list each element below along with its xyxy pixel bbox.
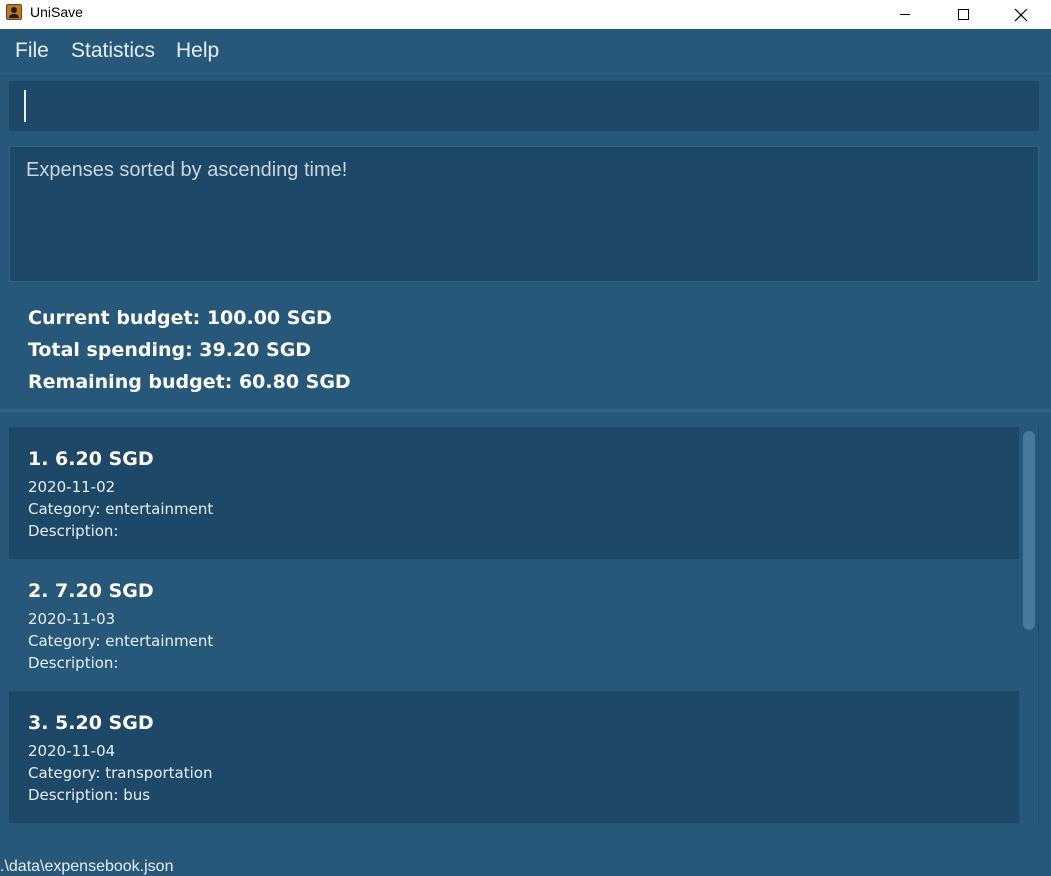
maximize-icon [957, 9, 969, 20]
budget-panel: Current budget: 100.00 SGD Total spendin… [0, 290, 1051, 412]
result-message: Expenses sorted by ascending time! [26, 159, 348, 181]
expense-category: Category: entertainment [28, 632, 214, 650]
expense-amount: 3. 5.20 SGD [28, 712, 154, 734]
expense-category: Category: transportation [28, 764, 213, 782]
expense-category: Category: entertainment [28, 500, 214, 518]
expense-date: 2020-11-02 [28, 478, 116, 496]
remaining-budget: Remaining budget: 60.80 SGD [28, 371, 351, 393]
result-display: Expenses sorted by ascending time! [9, 146, 1039, 282]
status-file-path: .\data\expensebook.json [0, 858, 174, 875]
expense-list[interactable]: 1. 6.20 SGD 2020-11-02 Category: enterta… [9, 427, 1019, 823]
expense-card[interactable]: 3. 5.20 SGD 2020-11-04 Category: transpo… [9, 691, 1019, 823]
scroll-track [1038, 427, 1039, 823]
expense-amount: 1. 6.20 SGD [28, 448, 154, 470]
close-icon [1014, 8, 1028, 21]
app-icon [6, 4, 22, 20]
minimize-button[interactable] [882, 0, 928, 29]
expense-card[interactable]: 1. 6.20 SGD 2020-11-02 Category: enterta… [9, 427, 1019, 559]
expense-amount: 2. 7.20 SGD [28, 580, 154, 602]
maximize-button[interactable] [940, 0, 986, 29]
total-spending: Total spending: 39.20 SGD [28, 339, 312, 361]
expense-description: Description: [28, 522, 119, 540]
menu-help[interactable]: Help [176, 39, 219, 63]
title-bar: UniSave [0, 0, 1051, 29]
command-box[interactable] [9, 81, 1039, 131]
scrollbar-thumb[interactable] [1023, 431, 1035, 630]
menu-statistics[interactable]: Statistics [71, 39, 155, 63]
expense-date: 2020-11-04 [28, 742, 116, 760]
window-title: UniSave [30, 4, 83, 20]
current-budget: Current budget: 100.00 SGD [28, 307, 332, 329]
menu-file[interactable]: File [15, 39, 49, 63]
close-button[interactable] [998, 0, 1044, 29]
expense-date: 2020-11-03 [28, 610, 116, 628]
text-caret [24, 90, 26, 122]
expense-description: Description: [28, 654, 119, 672]
command-input[interactable] [29, 89, 1019, 123]
minimize-icon [900, 14, 910, 15]
menu-bar: File Statistics Help [0, 29, 1051, 74]
expense-description: Description: bus [28, 786, 151, 804]
expense-card[interactable]: 2. 7.20 SGD 2020-11-03 Category: enterta… [9, 559, 1019, 691]
